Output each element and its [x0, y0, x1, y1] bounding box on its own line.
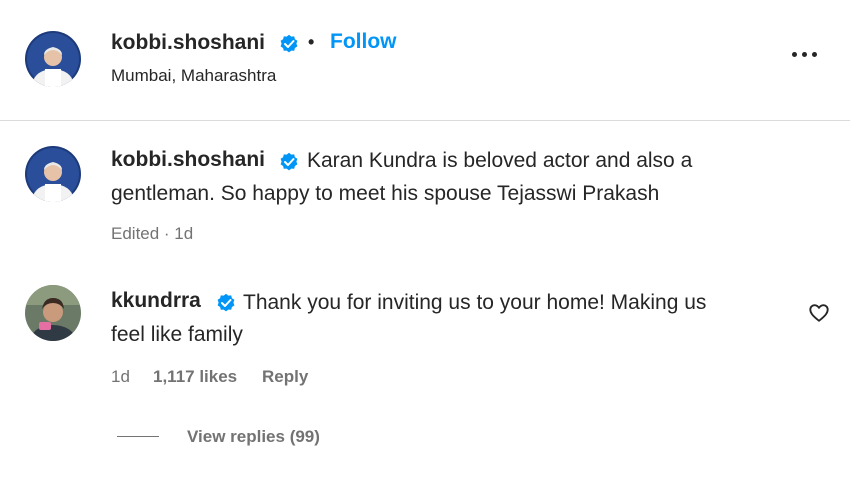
reply-button[interactable]: Reply	[262, 367, 308, 387]
verified-badge-icon	[280, 152, 298, 171]
verified-badge-icon	[280, 34, 298, 53]
separator-dot: •	[308, 32, 315, 52]
comment-time: 1d	[111, 367, 130, 386]
verified-badge-icon	[217, 293, 235, 312]
view-replies-button[interactable]: View replies (99)	[187, 427, 320, 447]
caption-text-line1: Karan Kundra is beloved actor and also a	[307, 149, 693, 172]
heart-icon[interactable]	[808, 302, 830, 324]
comment-text-line2: feel like family	[111, 323, 243, 346]
caption-avatar[interactable]	[25, 146, 81, 202]
more-options-icon[interactable]	[790, 44, 820, 64]
caption-username[interactable]: kobbi.shoshani	[111, 148, 265, 172]
post-header: kobbi.shoshani • Follow Mumbai, Maharash…	[0, 0, 850, 121]
location-link[interactable]: Mumbai, Maharashtra	[111, 66, 276, 86]
follow-button[interactable]: Follow	[330, 30, 397, 54]
comment-avatar[interactable]	[25, 285, 81, 341]
caption-meta: Edited · 1d	[111, 224, 194, 243]
comment-username[interactable]: kkundrra	[111, 289, 201, 313]
avatar[interactable]	[25, 31, 81, 87]
caption-text-line2: gentleman. So happy to meet his spouse T…	[111, 182, 660, 205]
comment-likes[interactable]: 1,117 likes	[153, 367, 237, 387]
post-username[interactable]: kobbi.shoshani	[111, 31, 265, 55]
replies-divider	[117, 436, 159, 437]
comment-text-line1: Thank you for inviting us to your home! …	[243, 291, 707, 314]
